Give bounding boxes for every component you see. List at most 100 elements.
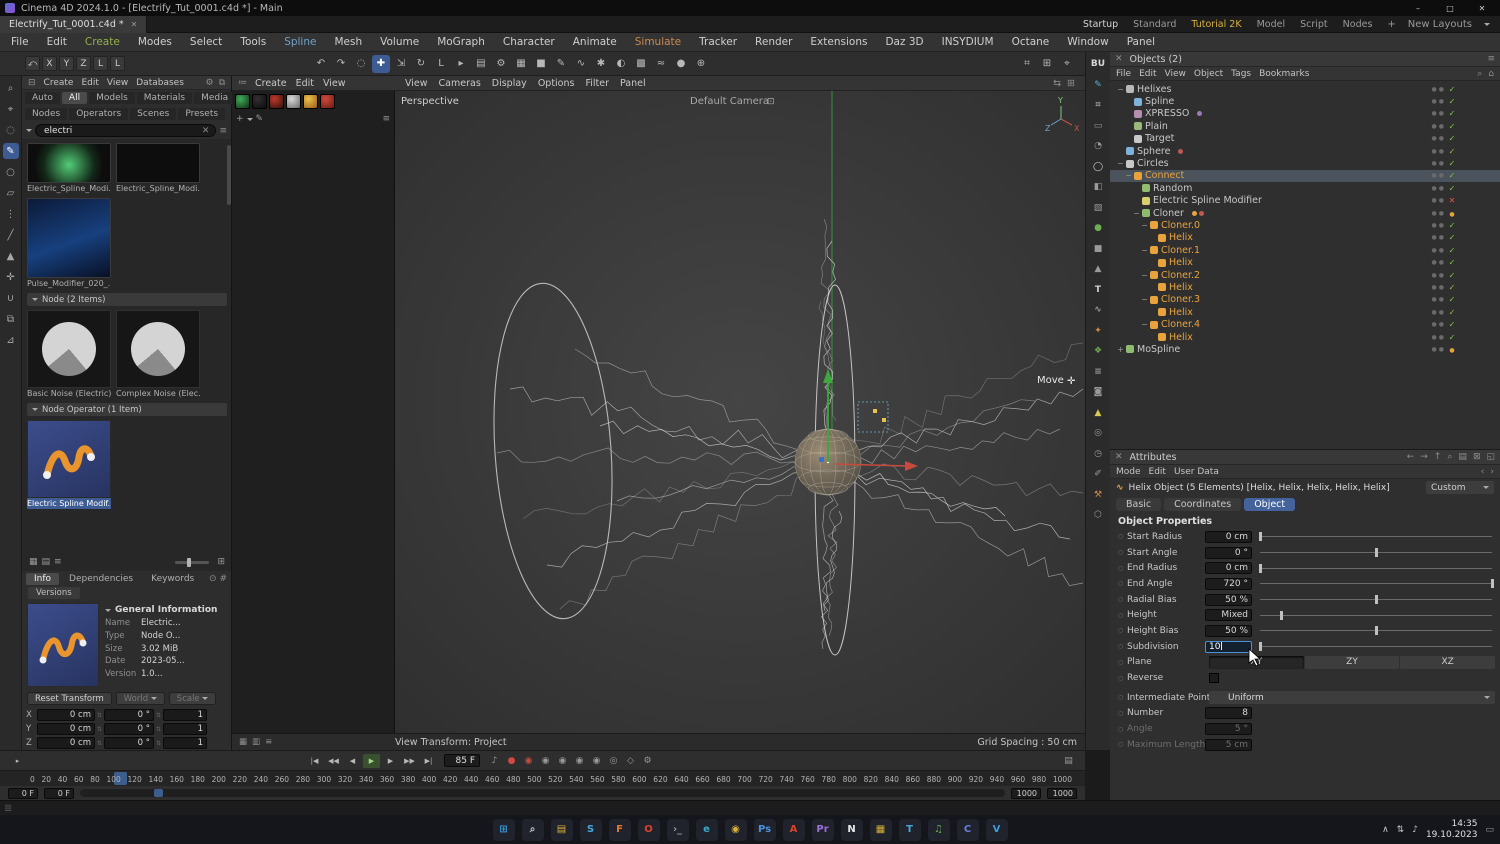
section-header-operator[interactable]: Node Operator (1 Item)	[27, 403, 227, 416]
toolbar-tool-icon[interactable]: ●	[672, 55, 690, 73]
left-tool-icon[interactable]: ⌕	[3, 80, 19, 96]
attributes-menu-item[interactable]: Mode	[1116, 467, 1141, 477]
enable-state-icon[interactable]	[1446, 184, 1458, 193]
tree-row[interactable]: − Circles ●●	[1110, 157, 1500, 169]
scale-dropdown[interactable]: Scale	[168, 692, 217, 705]
scrollbar[interactable]	[227, 145, 231, 205]
timeline-ruler[interactable]: 0 20 40 60 80 100 120 140 160 180 200 220 240 260 280 3…	[0, 770, 1085, 786]
enable-state-icon[interactable]	[1446, 320, 1458, 329]
menu-item[interactable]: Volume	[371, 36, 428, 48]
enable-state-icon[interactable]	[1446, 283, 1458, 292]
material-view-icon[interactable]: ▥	[252, 737, 260, 747]
menu-item[interactable]: Character	[494, 36, 564, 48]
noise-thumbnail[interactable]	[116, 310, 200, 388]
asset-type-tab[interactable]: Scenes	[130, 108, 177, 120]
visibility-dots[interactable]: ●●	[1432, 98, 1446, 105]
tray-icon[interactable]: ∧	[1382, 825, 1389, 835]
toolbar-tool-icon[interactable]: L	[432, 55, 450, 73]
enable-state-icon[interactable]	[1446, 295, 1458, 304]
object-label[interactable]: Helixes	[1137, 84, 1171, 95]
asset-category-tab[interactable]: Auto	[25, 92, 60, 104]
tag-icons[interactable]	[1200, 186, 1214, 191]
menu-item[interactable]: Simulate	[626, 36, 690, 48]
camera-label[interactable]: Default Camera	[690, 96, 769, 107]
object-label[interactable]: Connect	[1145, 170, 1184, 181]
toolbar-tool-icon[interactable]: ∿	[572, 55, 590, 73]
visibility-dots[interactable]: ●●	[1432, 210, 1446, 217]
attribute-value-field[interactable]: 8	[1205, 707, 1252, 720]
slider-knob[interactable]	[1259, 563, 1262, 573]
rotation-field[interactable]: 0 °	[104, 723, 155, 735]
reset-transform-button[interactable]: Reset Transform	[27, 692, 112, 705]
attribute-checkbox[interactable]	[1209, 673, 1219, 684]
enable-state-icon[interactable]	[1446, 209, 1458, 218]
asset-item[interactable]: Complex Noise (Elec...	[116, 310, 200, 399]
attributes-header-icon[interactable]: ▤	[1458, 452, 1467, 462]
range-frame-marker[interactable]	[153, 789, 163, 797]
right-tool-icon[interactable]: ⌗	[1090, 98, 1106, 112]
transport-button[interactable]: ◀◀	[325, 754, 342, 768]
left-tool-icon[interactable]: ⋮	[3, 206, 19, 222]
tree-row[interactable]: Helix ●●	[1110, 281, 1500, 293]
tag-icons[interactable]	[1208, 248, 1222, 253]
visibility-dots[interactable]: ●●	[1432, 247, 1446, 254]
material-thumbnail[interactable]	[303, 94, 318, 109]
attributes-nav-icon[interactable]: ›	[1490, 467, 1494, 477]
visibility-dots[interactable]: ●●	[1432, 185, 1446, 192]
tag-icons[interactable]	[1270, 198, 1284, 203]
taskbar-app-icon[interactable]: O	[637, 818, 660, 841]
enable-state-icon[interactable]	[1446, 333, 1458, 342]
tree-row[interactable]: Helix ●●	[1110, 306, 1500, 318]
attribute-value-field[interactable]: 50 %	[1205, 593, 1252, 606]
operator-thumbnail[interactable]	[27, 420, 111, 498]
stepper-icon[interactable]: ⇅	[97, 712, 102, 719]
toolbar-tool-icon[interactable]: ◌	[352, 55, 370, 73]
visibility-dots[interactable]: ●●	[1432, 234, 1446, 241]
left-tool-icon[interactable]: ╱	[3, 227, 19, 243]
versions-tab[interactable]: Versions	[28, 587, 80, 599]
tag-icons[interactable]	[1208, 322, 1222, 327]
expander-icon[interactable]: −	[1116, 85, 1125, 94]
object-menu-item[interactable]: Tags	[1231, 69, 1251, 79]
object-label[interactable]: Random	[1153, 183, 1192, 194]
attribute-value-field[interactable]: 0 °	[1205, 546, 1252, 559]
attribute-dropdown[interactable]: Uniform	[1209, 691, 1495, 705]
enable-state-icon[interactable]	[1446, 134, 1458, 143]
material-menu-item[interactable]: Edit	[296, 78, 314, 89]
enable-state-icon[interactable]	[1446, 122, 1458, 131]
tree-row[interactable]: Plain ●●	[1110, 120, 1500, 132]
stepper-icon[interactable]: ⇅	[156, 726, 161, 733]
tray-icon[interactable]: ♪	[1412, 825, 1418, 835]
keying-icon[interactable]: ◇	[623, 754, 638, 768]
taskbar-app-icon[interactable]: N	[840, 818, 863, 841]
sound-toggle-icon[interactable]: ♪	[487, 754, 502, 768]
toolbar-tool-icon[interactable]: ↻	[412, 55, 430, 73]
attribute-slider[interactable]	[1260, 579, 1494, 589]
expander-icon[interactable]: −	[1140, 271, 1149, 280]
visibility-dots[interactable]: ●●	[1432, 272, 1446, 279]
attributes-tab[interactable]: Object	[1244, 498, 1296, 511]
material-menu-item[interactable]: Create	[255, 78, 287, 89]
visibility-dots[interactable]: ●●	[1432, 172, 1446, 179]
taskbar-app-icon[interactable]: A	[782, 818, 805, 841]
tree-row[interactable]: Helix ●●	[1110, 331, 1500, 343]
object-menu-icon[interactable]: ⌂	[1488, 69, 1494, 79]
attribute-slider[interactable]	[1259, 563, 1492, 573]
search-input[interactable]: ✕	[35, 124, 217, 137]
menu-item[interactable]: MoGraph	[428, 36, 494, 48]
attributes-nav-icon[interactable]: ‹	[1481, 467, 1485, 477]
enable-state-icon[interactable]	[1446, 109, 1458, 118]
layout-item[interactable]: Script	[1300, 19, 1328, 30]
viewport-menu-item[interactable]: Display	[492, 78, 527, 89]
object-label[interactable]: Circles	[1137, 158, 1169, 169]
chevron-down-icon[interactable]	[1484, 22, 1490, 29]
range-max-field[interactable]: 1000 F	[1047, 787, 1077, 808]
taskbar-app-icon[interactable]: ▤	[550, 818, 573, 841]
tag-icons[interactable]	[1192, 173, 1206, 178]
attributes-header-icon[interactable]: ⌕	[1447, 452, 1452, 462]
plane-zy-button[interactable]: ZY	[1304, 655, 1400, 669]
object-label[interactable]: MoSpline	[1137, 344, 1180, 355]
asset-item[interactable]: Pulse_Modifier_020_...	[27, 198, 227, 289]
menu-item[interactable]: Extensions	[801, 36, 876, 48]
tag-icons[interactable]	[1197, 111, 1211, 117]
